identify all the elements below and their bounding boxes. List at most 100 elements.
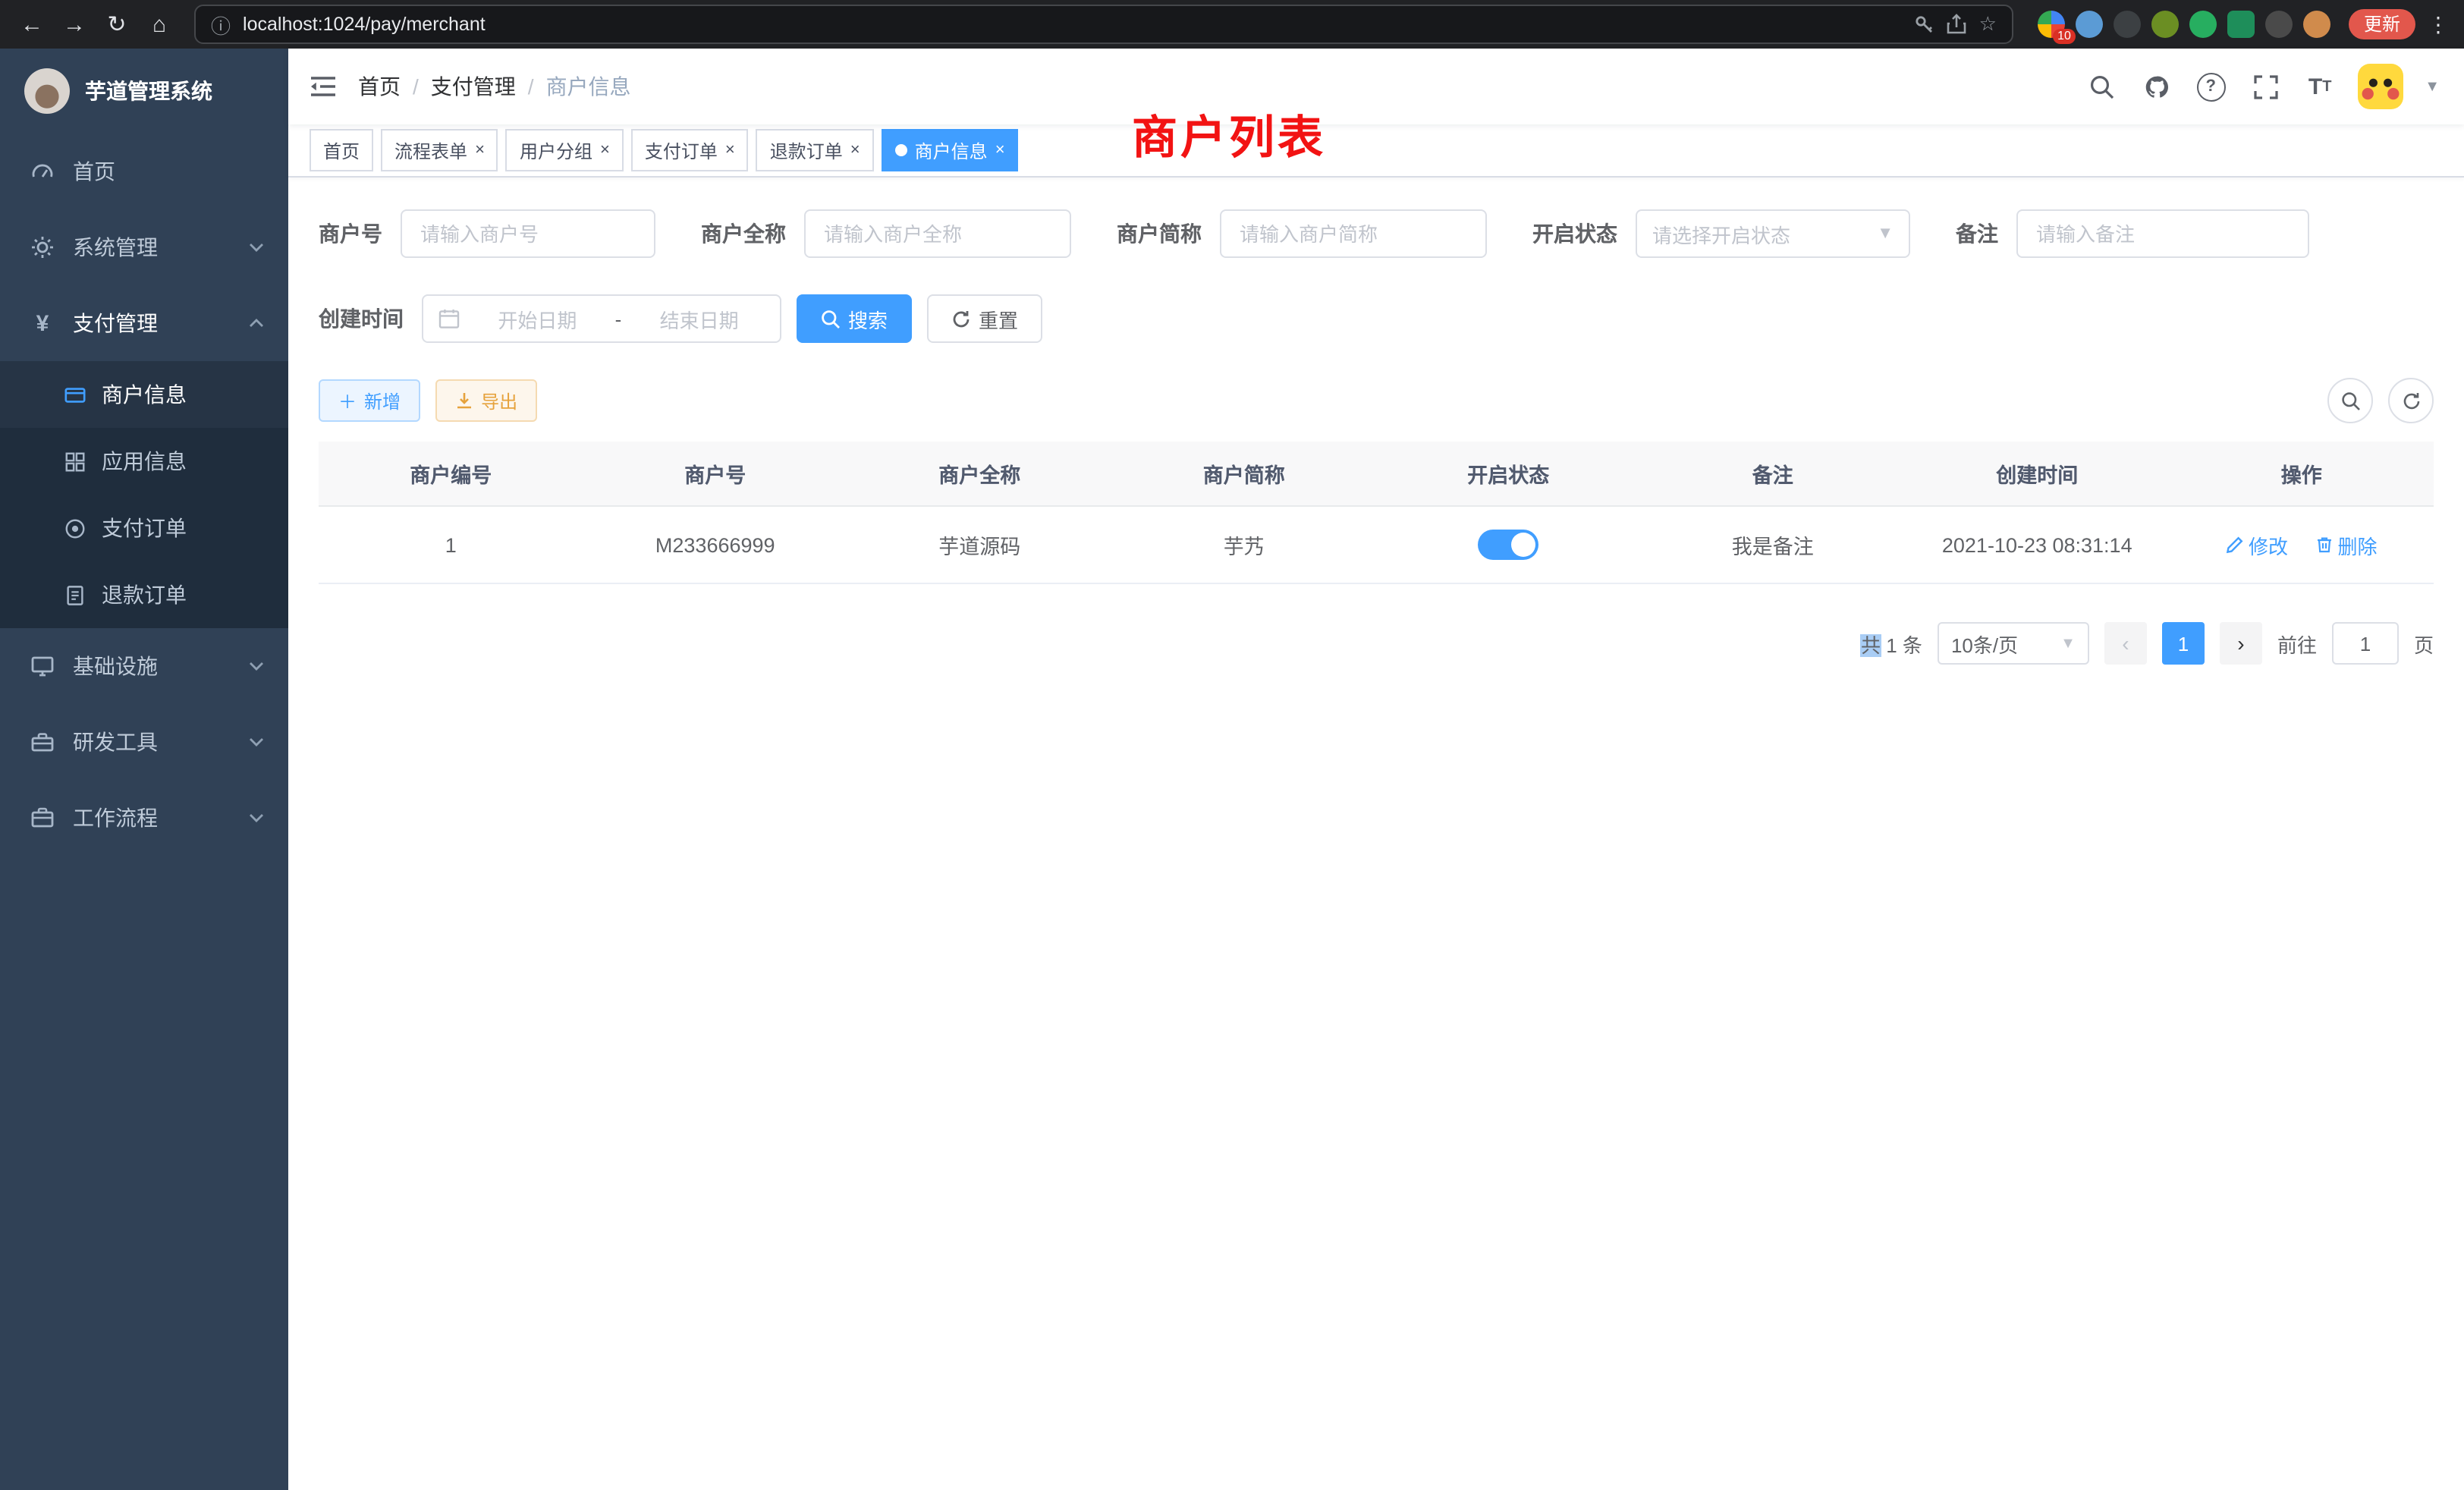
sidebar-item-payment[interactable]: ¥ 支付管理 xyxy=(0,285,288,361)
merchant-short-input-field[interactable] xyxy=(1237,221,1470,247)
breadcrumb-separator: / xyxy=(528,74,534,99)
font-size-icon[interactable]: TT xyxy=(2303,70,2337,103)
close-icon[interactable]: × xyxy=(600,142,610,159)
sidebar-item-refund-order[interactable]: 退款订单 xyxy=(0,561,288,628)
extension-icon-4[interactable] xyxy=(2151,11,2179,38)
home-icon[interactable]: ⌂ xyxy=(140,5,179,44)
reload-icon[interactable]: ↻ xyxy=(97,5,137,44)
merchant-name-input[interactable] xyxy=(804,209,1071,258)
sidebar-item-label: 工作流程 xyxy=(73,803,158,833)
search-icon[interactable] xyxy=(2085,70,2118,103)
page-number-1[interactable]: 1 xyxy=(2162,622,2205,665)
sidebar-item-infrastructure[interactable]: 基础设施 xyxy=(0,628,288,704)
sidebar-item-home[interactable]: 首页 xyxy=(0,134,288,209)
reset-button[interactable]: 重置 xyxy=(927,294,1042,343)
github-icon[interactable] xyxy=(2139,70,2173,103)
fullscreen-icon[interactable] xyxy=(2249,70,2282,103)
extension-icon-5[interactable] xyxy=(2189,11,2217,38)
page-content: 商户号 商户全称 商户简称 xyxy=(288,178,2464,1490)
address-bar[interactable]: ⓘ localhost:1024/pay/merchant ☆ xyxy=(194,5,2013,44)
tab-refund-order[interactable]: 退款订单 × xyxy=(756,129,874,171)
search-button[interactable]: 搜索 xyxy=(797,294,912,343)
total-count-highlight: 共 xyxy=(1861,633,1881,656)
grid-icon xyxy=(64,450,86,473)
close-icon[interactable]: × xyxy=(995,142,1005,159)
remark-input[interactable] xyxy=(2016,209,2309,258)
sidebar-item-pay-order[interactable]: 支付订单 xyxy=(0,495,288,561)
add-button[interactable]: ＋ 新增 xyxy=(319,379,420,422)
export-button-label: 导出 xyxy=(481,388,517,413)
breadcrumb-payment[interactable]: 支付管理 xyxy=(431,71,516,102)
prev-page-button[interactable]: ‹ xyxy=(2104,622,2147,665)
app-title: 芋道管理系统 xyxy=(85,76,212,106)
toolbox-icon xyxy=(30,730,55,754)
sidebar-item-dev-tools[interactable]: 研发工具 xyxy=(0,704,288,780)
next-page-button[interactable]: › xyxy=(2220,622,2262,665)
yen-icon: ¥ xyxy=(30,311,55,335)
hamburger-icon[interactable] xyxy=(288,49,358,124)
sidebar-item-system[interactable]: 系统管理 xyxy=(0,209,288,285)
refresh-icon[interactable] xyxy=(2388,378,2434,423)
help-icon[interactable]: ? xyxy=(2194,70,2227,103)
extension-icon-3[interactable] xyxy=(2114,11,2141,38)
password-key-icon[interactable] xyxy=(1914,14,1935,35)
status-select[interactable]: 请选择开启状态 ▼ xyxy=(1636,209,1910,258)
tab-process-form[interactable]: 流程表单 × xyxy=(381,129,498,171)
site-info-icon[interactable]: ⓘ xyxy=(211,10,231,39)
merchant-short-input[interactable] xyxy=(1220,209,1487,258)
delete-link[interactable]: 删除 xyxy=(2315,530,2378,559)
tab-user-group[interactable]: 用户分组 × xyxy=(506,129,624,171)
field-label: 商户简称 xyxy=(1117,218,1202,249)
tab-pay-order[interactable]: 支付订单 × xyxy=(631,129,749,171)
sidebar-item-workflow[interactable]: 工作流程 xyxy=(0,780,288,856)
back-icon[interactable]: ← xyxy=(12,5,52,44)
col-header-merchant-no: 商户号 xyxy=(583,442,848,506)
merchant-name-input-field[interactable] xyxy=(821,221,1054,247)
extension-icon-2[interactable] xyxy=(2076,11,2103,38)
table-row: 1 M233666999 芋道源码 芋艿 我是备注 2021-10-23 08:… xyxy=(319,506,2434,583)
browser-profile-avatar[interactable] xyxy=(2303,11,2330,38)
extension-icon-6[interactable] xyxy=(2227,11,2255,38)
page-size-select[interactable]: 10条/页 ▼ xyxy=(1938,622,2089,665)
app-frame: 芋道管理系统 首页 系统管理 xyxy=(0,49,2464,1490)
filter-remark: 备注 xyxy=(1956,209,2309,258)
screen: ← → ↻ ⌂ ⓘ localhost:1024/pay/merchant ☆ … xyxy=(0,0,2464,1490)
merchant-no-input[interactable] xyxy=(401,209,655,258)
date-range-picker[interactable]: 开始日期 - 结束日期 xyxy=(422,294,781,343)
edit-link[interactable]: 修改 xyxy=(2226,530,2288,559)
reset-button-label: 重置 xyxy=(979,304,1018,333)
close-icon[interactable]: × xyxy=(475,142,485,159)
extension-icon-7[interactable] xyxy=(2265,11,2293,38)
url-text[interactable]: localhost:1024/pay/merchant xyxy=(243,14,1902,35)
tab-home[interactable]: 首页 xyxy=(310,129,373,171)
share-icon[interactable] xyxy=(1947,14,1967,35)
forward-icon[interactable]: → xyxy=(55,5,94,44)
status-toggle[interactable] xyxy=(1478,530,1538,560)
toolbar-right xyxy=(2327,378,2434,423)
browser-menu-icon[interactable]: ⋮ xyxy=(2425,11,2452,37)
remark-input-field[interactable] xyxy=(2033,221,2293,247)
goto-page-input[interactable] xyxy=(2332,622,2399,665)
tab-merchant-info[interactable]: 商户信息 × xyxy=(882,129,1019,171)
user-avatar[interactable] xyxy=(2358,64,2403,109)
breadcrumb-home[interactable]: 首页 xyxy=(358,71,401,102)
toggle-search-icon[interactable] xyxy=(2327,378,2373,423)
close-icon[interactable]: × xyxy=(725,142,735,159)
page-size-value: 10条/页 xyxy=(1951,629,2018,658)
cell-merchant-name: 芋道源码 xyxy=(847,506,1112,583)
chrome-update-button[interactable]: 更新 xyxy=(2349,9,2415,39)
merchant-no-input-field[interactable] xyxy=(417,221,639,247)
chevron-down-icon xyxy=(249,662,264,671)
bookmark-star-icon[interactable]: ☆ xyxy=(1979,12,1997,36)
table-toolbar: ＋ 新增 导出 xyxy=(319,378,2434,423)
sidebar-item-merchant-info[interactable]: 商户信息 xyxy=(0,361,288,428)
filter-merchant-name: 商户全称 xyxy=(701,209,1071,258)
col-header-actions: 操作 xyxy=(2170,442,2434,506)
sidebar-item-app-info[interactable]: 应用信息 xyxy=(0,428,288,495)
close-icon[interactable]: × xyxy=(850,142,860,159)
extension-icon-1[interactable]: 10 xyxy=(2038,11,2065,38)
col-header-status: 开启状态 xyxy=(1376,442,1641,506)
export-button[interactable]: 导出 xyxy=(435,379,537,422)
merchant-table: 商户编号 商户号 商户全称 商户简称 开启状态 备注 创建时间 操作 1 xyxy=(319,442,2434,584)
avatar-caret-icon[interactable]: ▼ xyxy=(2425,78,2440,95)
